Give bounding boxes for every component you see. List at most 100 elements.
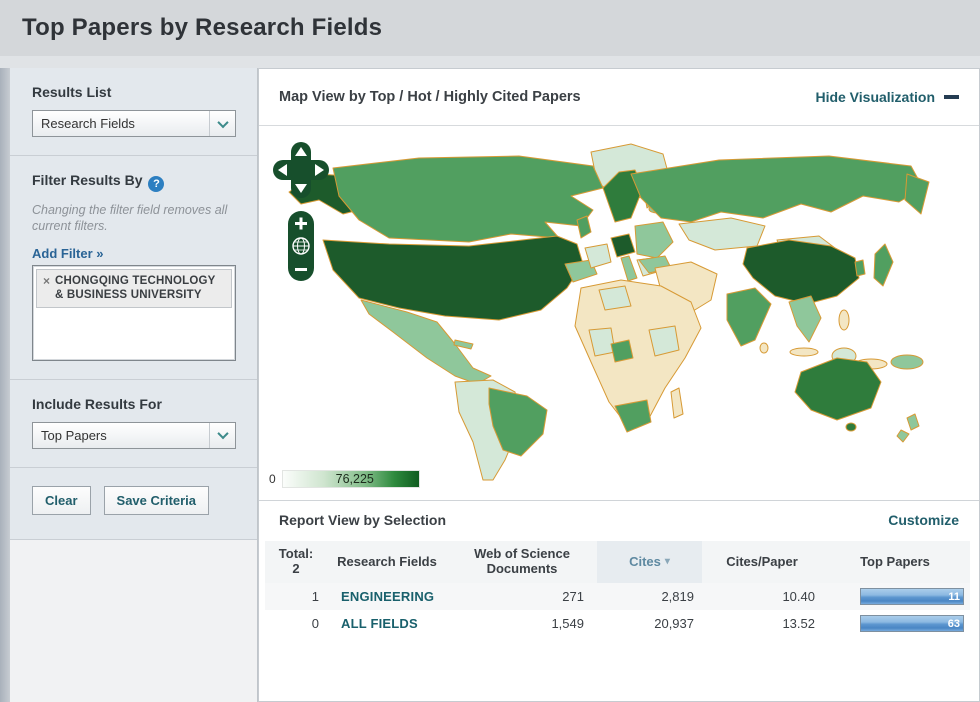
map-view-title: Map View by Top / Hot / Highly Cited Pap… (279, 89, 581, 105)
country-new-zealand (906, 413, 920, 431)
map-controls (273, 142, 333, 281)
region-indochina (788, 295, 822, 343)
total-label: Total: (278, 546, 314, 562)
pan-control[interactable] (273, 142, 329, 198)
column-header-wos-documents: Web of Science Documents (474, 546, 570, 576)
filter-tag-label: CHONGQING TECHNOLOGY & BUSINESS UNIVERSI… (55, 274, 216, 301)
remove-filter-icon[interactable]: × (43, 274, 50, 288)
country-japan (873, 243, 894, 287)
country-sri-lanka (759, 342, 769, 354)
total-value: 2 (292, 561, 300, 576)
country-kazakhstan (678, 217, 766, 251)
main-panel: Map View by Top / Hot / Highly Cited Pap… (258, 68, 980, 702)
chevron-down-icon[interactable] (209, 422, 235, 448)
row-rank: 1 (311, 589, 319, 604)
report-table-header: Total: 2 Research Fields Web of Science … (265, 541, 970, 583)
map-region: 0 76,225 (259, 126, 979, 500)
hide-visualization-label: Hide Visualization (815, 89, 935, 105)
country-korea (854, 259, 866, 277)
country-philippines (838, 309, 850, 331)
left-edge-strip (0, 68, 10, 702)
country-uk (576, 215, 592, 239)
top-papers-bar: 11 (860, 588, 964, 605)
include-results-select[interactable]: Top Papers (32, 421, 236, 449)
region-north-africa (598, 285, 632, 311)
legend-min-value: 0 (269, 472, 276, 486)
customize-link[interactable]: Customize (888, 512, 959, 528)
minus-icon (944, 95, 959, 99)
cites-value: 20,937 (654, 616, 694, 631)
help-icon[interactable]: ? (148, 176, 165, 192)
country-italy (620, 255, 638, 282)
column-header-cites[interactable]: Cites ▾ (597, 541, 702, 583)
include-results-heading: Include Results For (32, 395, 162, 412)
top-papers-value: 11 (948, 590, 960, 603)
cites-per-paper-value: 10.40 (782, 589, 815, 604)
country-usa (322, 235, 584, 321)
country-germany (610, 233, 636, 258)
region-eastern-europe (634, 221, 674, 259)
include-results-section: Include Results For Top Papers (10, 379, 257, 468)
region-east-africa (648, 325, 680, 357)
sidebar-buttons-section: Clear Save Criteria (10, 467, 257, 540)
total-header: Total: 2 (265, 543, 327, 581)
country-south-africa (614, 399, 652, 433)
column-header-research-fields: Research Fields (337, 553, 437, 569)
report-table: Total: 2 Research Fields Web of Science … (265, 541, 970, 637)
wos-documents-value: 271 (562, 589, 584, 604)
hide-visualization-link[interactable]: Hide Visualization (815, 89, 959, 105)
table-row: 0 ALL FIELDS 1,549 20,937 13.52 63 (265, 610, 970, 637)
world-map[interactable] (259, 130, 971, 482)
sidebar: Results List Research Fields Filter Resu… (10, 68, 258, 702)
field-link-engineering[interactable]: ENGINEERING (341, 589, 434, 604)
island-tasmania (845, 422, 857, 432)
map-legend: 0 76,225 (269, 470, 420, 488)
results-list-section: Results List Research Fields (10, 68, 257, 156)
legend-gradient-bar: 76,225 (281, 470, 420, 488)
country-nigeria (610, 339, 634, 363)
content-area: Results List Research Fields Filter Resu… (0, 68, 980, 702)
chevron-down-icon[interactable] (209, 111, 235, 136)
country-canada (332, 155, 604, 243)
save-criteria-button[interactable]: Save Criteria (103, 485, 210, 515)
report-view-title: Report View by Selection (279, 512, 447, 528)
report-view-header: Report View by Selection Customize (259, 500, 979, 539)
column-header-cites-per-paper: Cites/Paper (726, 553, 798, 569)
country-australia (794, 357, 882, 421)
sidebar-filler (10, 539, 257, 702)
page-title: Top Papers by Research Fields (22, 14, 383, 41)
results-list-select[interactable]: Research Fields (32, 110, 236, 137)
filter-section: Filter Results By? Changing the filter f… (10, 156, 257, 380)
legend-max-value: 76,225 (335, 472, 374, 486)
table-row: 1 ENGINEERING 271 2,819 10.40 11 (265, 583, 970, 610)
cites-per-paper-value: 13.52 (782, 616, 815, 631)
selected-filters-box[interactable]: × CHONGQING TECHNOLOGY & BUSINESS UNIVER… (32, 264, 236, 361)
island-sumatra (789, 347, 819, 357)
column-header-top-papers: Top Papers (860, 553, 930, 569)
add-filter-link[interactable]: Add Filter » (32, 246, 104, 261)
top-papers-bar: 63 (860, 615, 964, 632)
zoom-control[interactable] (288, 211, 314, 281)
page-header-band: Top Papers by Research Fields (0, 0, 980, 56)
sort-descending-icon: ▾ (664, 556, 670, 568)
include-results-selected-value: Top Papers (41, 427, 107, 443)
filter-heading: Filter Results By? (32, 172, 237, 192)
country-india (726, 287, 772, 347)
country-new-zealand-south (896, 429, 910, 443)
country-madagascar (670, 387, 684, 419)
cites-value: 2,819 (661, 589, 694, 604)
field-link-all-fields[interactable]: ALL FIELDS (341, 616, 418, 631)
wos-documents-value: 1,549 (551, 616, 584, 631)
row-rank: 0 (311, 616, 319, 631)
region-russia-far-east (904, 173, 930, 215)
filter-note: Changing the filter field removes all cu… (32, 203, 228, 234)
filter-tag[interactable]: × CHONGQING TECHNOLOGY & BUSINESS UNIVER… (36, 268, 232, 309)
clear-button[interactable]: Clear (32, 485, 91, 515)
results-list-selected-value: Research Fields (41, 116, 135, 131)
filter-heading-label: Filter Results By (32, 172, 143, 188)
map-view-header: Map View by Top / Hot / Highly Cited Pap… (259, 69, 979, 126)
zoom-out-icon (295, 268, 307, 271)
results-list-heading: Results List (32, 84, 112, 100)
top-papers-value: 63 (947, 617, 960, 630)
country-russia (630, 155, 924, 223)
